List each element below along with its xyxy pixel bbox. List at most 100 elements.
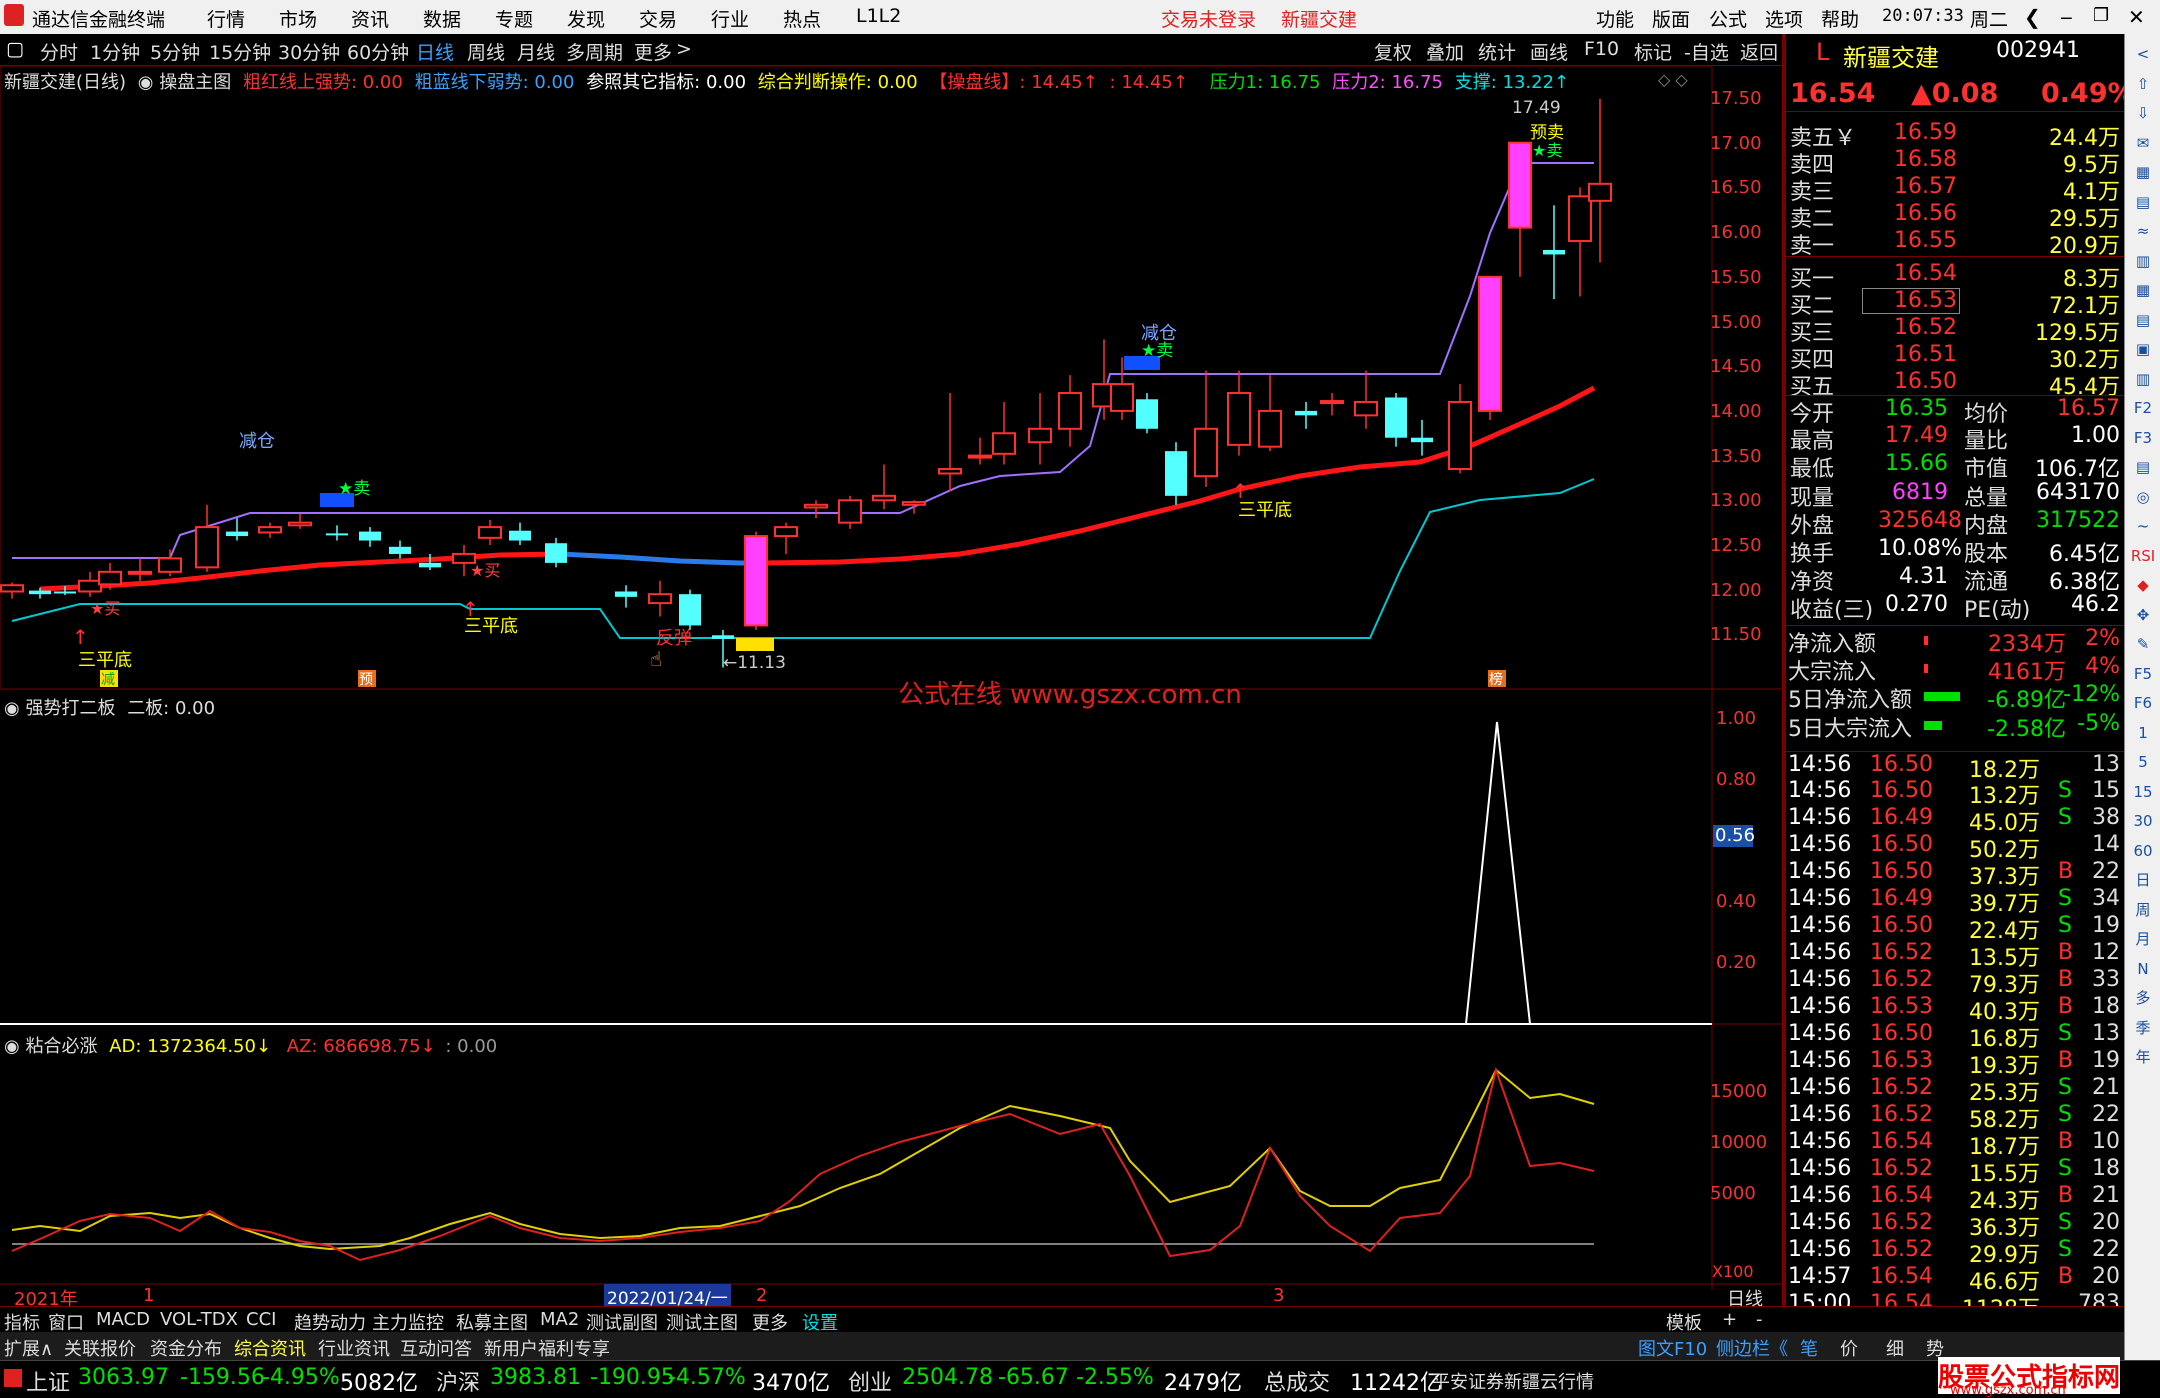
sidebar-icon[interactable]: N <box>2129 955 2157 983</box>
tick-row[interactable]: 14:57 16.54 46.6万 B 20 <box>1786 1264 2124 1295</box>
tool-fanhui[interactable]: 返回 <box>1740 38 1778 65</box>
bottom-tab[interactable]: CCI <box>246 1309 276 1330</box>
tick-row[interactable]: 14:56 16.52 58.2万 S 22 <box>1786 1102 2124 1133</box>
more-arrow-icon[interactable]: > <box>676 38 692 60</box>
tick-row[interactable]: 14:56 16.50 18.2万 13 <box>1786 751 2124 783</box>
toolbar-square-icon[interactable]: ▢ <box>6 38 24 60</box>
period-15min[interactable]: 15分钟 <box>209 38 271 65</box>
tool-huaxian[interactable]: 画线 <box>1530 38 1568 65</box>
menu-hangqing[interactable]: 行情 <box>207 5 245 32</box>
sidebar-icon[interactable]: ⇩ <box>2129 99 2157 127</box>
menu-gongshi[interactable]: 公式 <box>1709 5 1747 32</box>
sidebar-icon[interactable]: ▦ <box>2129 158 2157 186</box>
sidebar-icon[interactable]: F2 <box>2129 394 2157 422</box>
sidebar-icon[interactable]: 15 <box>2129 778 2157 806</box>
menu-zhuanti[interactable]: 专题 <box>495 5 533 32</box>
tick-row[interactable]: 14:56 16.52 25.3万 S 21 <box>1786 1075 2124 1106</box>
tab-plus[interactable]: + <box>1722 1309 1737 1330</box>
tick-row[interactable]: 14:56 16.53 19.3万 B 19 <box>1786 1048 2124 1079</box>
tab-xi[interactable]: 细 <box>1886 1335 1904 1361</box>
sidebar-icon[interactable]: ◆ <box>2129 571 2157 599</box>
orderbook-row[interactable]: 卖二 16.56 29.5万 <box>1786 201 2124 232</box>
sidebar-icon[interactable]: 日 <box>2129 866 2157 894</box>
sidebar-icon[interactable]: ~ <box>2129 512 2157 540</box>
tick-row[interactable]: 14:56 16.50 37.3万 B 22 <box>1786 859 2124 890</box>
tick-row[interactable]: 14:56 16.49 39.7万 S 34 <box>1786 886 2124 917</box>
tick-row[interactable]: 14:56 16.49 45.0万 S 38 <box>1786 805 2124 836</box>
period-more[interactable]: 更多 <box>634 38 672 65</box>
tick-row[interactable]: 14:56 16.52 79.3万 B 33 <box>1786 967 2124 998</box>
orderbook-row[interactable]: 买四 16.51 30.2万 <box>1786 342 2124 373</box>
orderbook-row[interactable]: 卖五￥ 16.59 24.4万 <box>1786 120 2124 151</box>
tick-row[interactable]: 14:56 16.52 13.5万 B 12 <box>1786 940 2124 971</box>
ext-tab[interactable]: 资金分布 <box>150 1335 222 1361</box>
panel2-title[interactable]: 强势打二板 <box>25 698 115 719</box>
period-5min[interactable]: 5分钟 <box>150 38 200 65</box>
tool-fuquan[interactable]: 复权 <box>1374 38 1412 65</box>
tick-row[interactable]: 14:56 16.50 22.4万 S 19 <box>1786 913 2124 944</box>
bottom-tab[interactable]: MACD <box>96 1309 150 1330</box>
sidebar-icon[interactable]: F6 <box>2129 689 2157 717</box>
sidebar-icon[interactable]: 周 <box>2129 896 2157 924</box>
sidebar-icon[interactable]: ▥ <box>2129 365 2157 393</box>
sidebar-icon[interactable]: ▦ <box>2129 276 2157 304</box>
hs-label[interactable]: 沪深 <box>436 1365 480 1397</box>
menu-redian[interactable]: 热点 <box>783 5 821 32</box>
sidebar-icon[interactable]: ⇧ <box>2129 70 2157 98</box>
tick-row[interactable]: 14:56 16.50 13.2万 S 15 <box>1786 778 2124 809</box>
tick-row[interactable]: 14:56 16.50 50.2万 14 <box>1786 832 2124 863</box>
tick-row[interactable]: 14:56 16.52 15.5万 S 18 <box>1786 1156 2124 1187</box>
bottom-tab[interactable]: VOL-TDX <box>160 1309 238 1330</box>
sidebar-icon[interactable]: ▥ <box>2129 247 2157 275</box>
sidebar-icon[interactable]: 60 <box>2129 837 2157 865</box>
sidebar-icon[interactable]: RSI <box>2129 542 2157 570</box>
sidebar-icon[interactable]: 多 <box>2129 984 2157 1012</box>
menu-gongneng[interactable]: 功能 <box>1596 5 1634 32</box>
sidebar-icon[interactable]: ✉ <box>2129 129 2157 157</box>
sidebar-icon[interactable]: F3 <box>2129 424 2157 452</box>
tuwen-f10[interactable]: 图文F10 <box>1638 1335 1707 1361</box>
menu-faxian[interactable]: 发现 <box>567 5 605 32</box>
sidebar-icon[interactable]: ≈ <box>2129 217 2157 245</box>
sidebar-icon[interactable]: 30 <box>2129 807 2157 835</box>
orderbook-row[interactable]: 买五 16.50 45.4万 <box>1786 369 2124 400</box>
close-icon[interactable]: ✕ <box>2128 5 2145 29</box>
orderbook-row[interactable]: 卖四 16.58 9.5万 <box>1786 147 2124 178</box>
bottom-tab[interactable]: MA2 <box>540 1309 579 1330</box>
sidebar-icon[interactable]: ▤ <box>2129 188 2157 216</box>
sidebar-icon[interactable]: ▣ <box>2129 335 2157 363</box>
panel2-chevron-icon[interactable]: ◉ <box>4 698 20 719</box>
orderbook-row[interactable]: 卖三 16.57 4.1万 <box>1786 174 2124 205</box>
sidebar-icon[interactable]: 年 <box>2129 1043 2157 1071</box>
menu-shichang[interactable]: 市场 <box>279 5 317 32</box>
panel3-title[interactable]: 粘合必涨 <box>25 1036 97 1057</box>
period-30min[interactable]: 30分钟 <box>278 38 340 65</box>
chart-area[interactable]: 减仓 ★卖 减仓 ★卖 预卖 ★卖 17.49 ←11.13 ↑ 三平底 ★买 … <box>0 66 1782 1310</box>
sidebar-toggle[interactable]: 侧边栏《 <box>1716 1335 1788 1361</box>
tick-row[interactable]: 14:56 16.50 16.8万 S 13 <box>1786 1021 2124 1052</box>
tool-biaoji[interactable]: 标记 <box>1634 38 1672 65</box>
sidebar-icon[interactable]: ✎ <box>2129 630 2157 658</box>
panel3-chevron-icon[interactable]: ◉ <box>4 1036 20 1057</box>
orderbook-row[interactable]: 卖一 16.55 20.9万 <box>1786 228 2124 259</box>
period-day[interactable]: 日线 <box>416 38 454 65</box>
tick-row[interactable]: 14:56 16.52 36.3万 S 20 <box>1786 1210 2124 1241</box>
chart-svg[interactable]: 减仓 ★卖 减仓 ★卖 预卖 ★卖 17.49 ←11.13 ↑ 三平底 ★买 … <box>0 66 1782 1306</box>
tick-row[interactable]: 14:56 16.52 29.9万 S 22 <box>1786 1237 2124 1268</box>
sh-label[interactable]: 上证 <box>26 1365 70 1397</box>
period-1min[interactable]: 1分钟 <box>90 38 140 65</box>
period-month[interactable]: 月线 <box>517 38 555 65</box>
sidebar-icon[interactable]: ▤ <box>2129 453 2157 481</box>
tab-minus[interactable]: - <box>1756 1309 1763 1330</box>
menu-xuanxiang[interactable]: 选项 <box>1765 5 1803 32</box>
tool-zixuan[interactable]: -自选 <box>1684 38 1729 65</box>
cy-label[interactable]: 创业 <box>848 1365 892 1397</box>
tool-tongji[interactable]: 统计 <box>1478 38 1516 65</box>
back-icon[interactable]: ❮ <box>2024 5 2041 29</box>
login-status[interactable]: 交易未登录 <box>1161 5 1256 32</box>
minimize-icon[interactable]: ‒ <box>2060 5 2073 29</box>
restore-icon[interactable]: ❐ <box>2093 5 2109 26</box>
ext-tab[interactable]: 综合资讯 <box>234 1335 306 1361</box>
tab-bi[interactable]: 笔 <box>1800 1335 1818 1361</box>
menu-jiaoyi[interactable]: 交易 <box>639 5 677 32</box>
